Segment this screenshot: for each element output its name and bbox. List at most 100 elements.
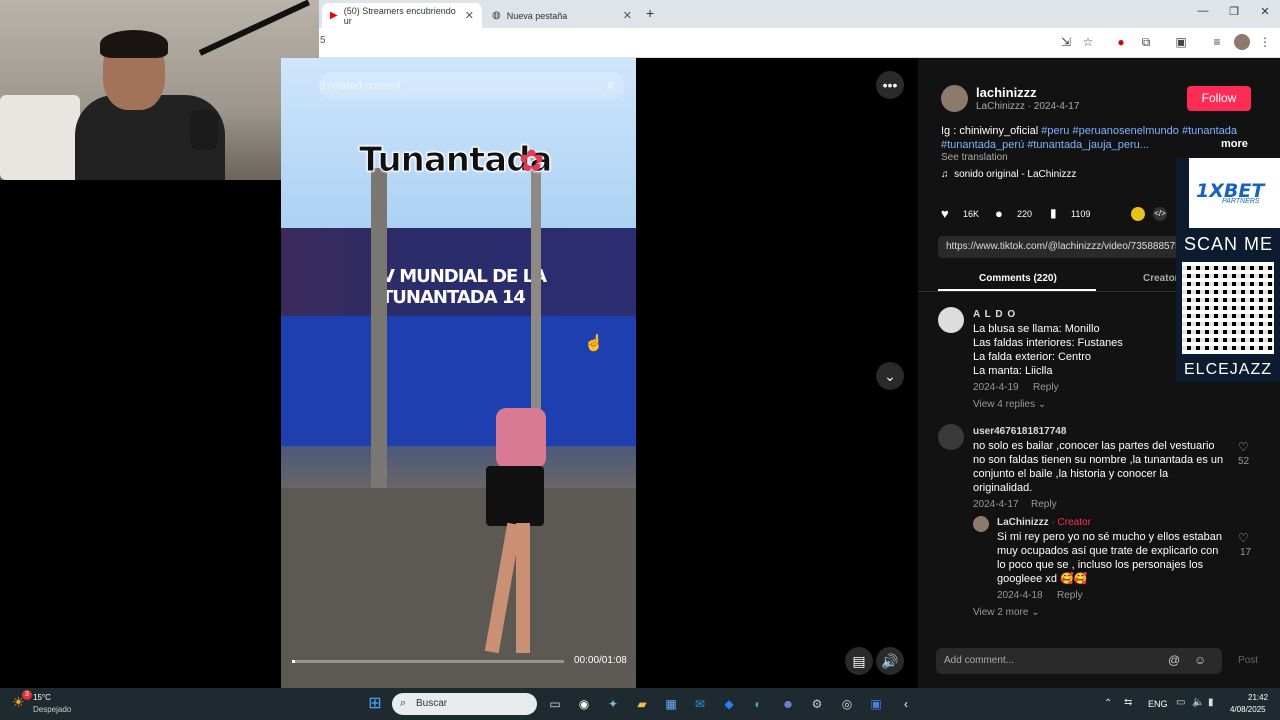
view-replies-link[interactable]: View 4 replies ⌄ — [973, 399, 1046, 410]
view-more-link[interactable]: View 2 more ⌄ — [973, 607, 1040, 618]
next-video-button[interactable]: ⌄ — [876, 362, 904, 390]
minimize-icon[interactable]: — — [1193, 5, 1213, 17]
comment-line: conjunto el baile ,la historia y conocer… — [973, 468, 1169, 480]
creator-avatar[interactable] — [941, 85, 968, 112]
network-icon[interactable]: ⇆ — [1124, 697, 1132, 708]
display-icon[interactable]: ▭ — [1176, 697, 1185, 708]
cast-icon[interactable]: ⇲ — [1058, 34, 1074, 50]
tab-creator[interactable]: Creator — [1143, 273, 1179, 284]
emoji-icon[interactable]: ☺ — [1194, 653, 1206, 667]
hashtags[interactable]: #tunantada_perú #tunantada_jauja_peru... — [941, 139, 1149, 151]
volume-button[interactable]: 🔊 — [876, 647, 904, 675]
miniplayer-button[interactable]: ▤ — [845, 647, 873, 675]
outlook-icon[interactable]: ✉ — [689, 693, 711, 715]
creator-byline: LaChinizzz · 2024-4-17 — [976, 101, 1080, 112]
tab-new[interactable]: ◍ Nueva pestaña ✕ — [484, 3, 640, 28]
commenter-avatar[interactable] — [938, 307, 964, 333]
weather-badge: 3 — [22, 690, 32, 700]
reply-author-name[interactable]: LaChinizzz — [997, 517, 1049, 528]
see-translation-link[interactable]: See translation — [941, 152, 1008, 163]
puzzle-icon[interactable]: ⧉ — [1138, 34, 1154, 50]
profile-avatar[interactable] — [1234, 34, 1250, 50]
sound-row[interactable]: ♫ sonido original - LaChinizzz — [941, 169, 1076, 180]
comment-line: originalidad. — [973, 482, 1033, 494]
steam-icon[interactable]: ⚙ — [806, 693, 828, 715]
tab-comments[interactable]: Comments (220) — [979, 273, 1057, 284]
creator-username[interactable]: lachinizzz — [976, 85, 1037, 100]
comment-date: 2024-4-19 — [973, 382, 1019, 393]
comment-icon[interactable]: ● — [995, 206, 1003, 221]
webcam-bed — [0, 95, 80, 180]
app-icon[interactable]: ▣ — [865, 693, 887, 715]
hashtags[interactable]: #peru #peruanosenelmundo #tunantada — [1041, 125, 1237, 137]
restore-icon[interactable]: ❐ — [1224, 5, 1244, 18]
dropbox-icon[interactable]: ◆ — [718, 693, 740, 715]
chevron-down-icon: ⌄ — [1031, 607, 1040, 618]
chrome-icon[interactable]: ◉ — [573, 693, 595, 715]
reply-button[interactable]: Reply — [1057, 590, 1083, 601]
mention-icon[interactable]: @ — [1168, 653, 1180, 667]
copilot-icon[interactable]: ✦ — [602, 693, 624, 715]
discord-icon[interactable]: ☻ — [777, 693, 799, 715]
video-progress-bar[interactable] — [292, 660, 564, 663]
caption-text: Ig : chiniwiny_oficial — [941, 125, 1042, 137]
reply-button[interactable]: Reply — [1033, 382, 1059, 393]
sidepanel-icon[interactable]: ▣ — [1173, 34, 1189, 50]
extension-red-icon[interactable]: ● — [1113, 34, 1129, 50]
video-url-field[interactable]: https://www.tiktok.com/@lachinizzz/video… — [938, 236, 1198, 258]
reading-list-icon[interactable]: ≡ — [1209, 34, 1225, 50]
webcam-person-hair — [100, 30, 168, 58]
embed-icon[interactable]: </> — [1153, 207, 1167, 221]
video-player[interactable]: V MUNDIAL DE LA TUNANTADA 14 Tunantada ✿ — [281, 58, 636, 688]
related-search-bar[interactable]: d related content ⌕ — [319, 72, 625, 100]
file-explorer-icon[interactable]: ▰ — [631, 693, 653, 715]
chevron-down-icon: ⌄ — [1037, 399, 1047, 410]
battery-icon[interactable]: ▮ — [1208, 697, 1214, 708]
caption: Ig : chiniwiny_oficial #peru #peruanosen… — [941, 124, 1251, 152]
new-tab-button[interactable]: + — [646, 5, 654, 21]
clock-time[interactable]: 21:42 — [1248, 693, 1268, 702]
saves-count: 1109 — [1071, 209, 1091, 219]
reply-author[interactable]: LaChinizzz · Creator — [997, 517, 1091, 528]
sound-label[interactable]: sonido original - LaChinizzz — [954, 169, 1076, 180]
task-view-icon[interactable]: ▭ — [544, 693, 566, 715]
menu-icon[interactable]: ⋮ — [1257, 34, 1273, 50]
windows-start-icon[interactable]: ⊞ — [364, 693, 386, 715]
clock-date[interactable]: 4/08/2025 — [1230, 705, 1266, 714]
tab-youtube[interactable]: ▶ (50) Streamers encubriendo ur ✕ — [322, 3, 482, 28]
url-text[interactable]: 5 — [320, 35, 326, 46]
search-icon: ⌕ — [400, 697, 407, 709]
comment-author[interactable]: A L D O — [973, 309, 1016, 320]
creator-badge: · Creator — [1048, 517, 1091, 528]
follow-button[interactable]: Follow — [1187, 86, 1251, 111]
close-window-icon[interactable]: ✕ — [1255, 5, 1275, 18]
language-indicator[interactable]: ENG — [1148, 699, 1168, 709]
more-options-button[interactable]: ••• — [876, 71, 904, 99]
comment-like-icon[interactable]: ♡ — [1238, 440, 1249, 454]
taskbar-search[interactable]: Buscar — [392, 693, 537, 715]
chevron-up-icon[interactable]: ⌃ — [1104, 698, 1112, 709]
close-icon[interactable]: ✕ — [465, 9, 474, 22]
commenter-avatar[interactable] — [938, 424, 964, 450]
star-icon[interactable]: ☆ — [1080, 34, 1096, 50]
close-icon[interactable]: ✕ — [623, 9, 632, 22]
comment-author[interactable]: user4676181817748 — [973, 426, 1066, 437]
comment-text: no solo es bailar ,conocer las partes de… — [973, 439, 1223, 495]
more-link[interactable]: more — [1221, 138, 1248, 150]
edge-icon[interactable]: ◐ — [747, 693, 769, 715]
store-icon[interactable]: ▦ — [660, 693, 682, 715]
volume-icon[interactable]: 🔈 — [1192, 697, 1204, 708]
sponsor-tag: PARTNERS — [1222, 198, 1260, 205]
gift-icon[interactable] — [1131, 207, 1145, 221]
reply-avatar[interactable] — [973, 516, 989, 532]
likes-count: 16K — [963, 209, 980, 219]
search-icon[interactable]: ⌕ — [607, 76, 615, 93]
post-button[interactable]: Post — [1238, 655, 1258, 666]
bookmark-icon[interactable]: ▮ — [1050, 206, 1057, 220]
heart-icon[interactable]: ♥ — [941, 206, 949, 221]
app-icon[interactable]: ◎ — [836, 693, 858, 715]
search-input[interactable]: d related content — [319, 80, 401, 92]
app-icon[interactable]: ‹ — [895, 693, 917, 715]
reply-like-icon[interactable]: ♡ — [1238, 531, 1249, 545]
reply-button[interactable]: Reply — [1031, 499, 1057, 510]
